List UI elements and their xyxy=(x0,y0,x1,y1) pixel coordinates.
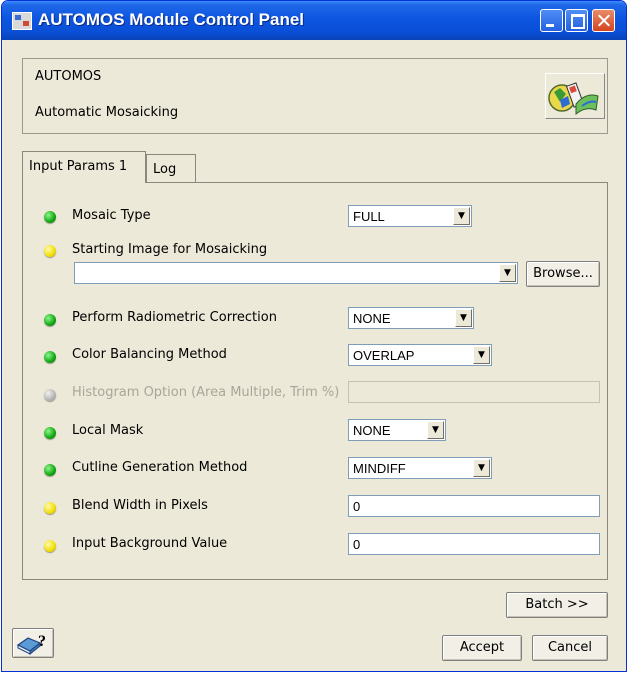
chevron-down-icon[interactable]: ▼ xyxy=(427,421,444,439)
radiometric-correction-label: Perform Radiometric Correction xyxy=(72,310,277,325)
radiometric-correction-select[interactable]: NONE ▼ xyxy=(348,307,474,329)
histogram-option-label: Histogram Option (Area Multiple, Trim %) xyxy=(72,385,340,400)
status-green-icon xyxy=(44,211,56,223)
module-control-panel-window: AUTOMOS Module Control Panel AUTOMOS Aut… xyxy=(1,0,627,672)
close-button[interactable] xyxy=(592,9,615,32)
local-mask-select[interactable]: NONE ▼ xyxy=(348,419,446,441)
batch-button[interactable]: Batch >> xyxy=(506,592,608,618)
module-info-panel: AUTOMOS Automatic Mosaicking xyxy=(22,58,608,134)
status-gray-icon xyxy=(44,389,56,401)
mosaic-type-select[interactable]: FULL ▼ xyxy=(348,205,472,227)
chevron-down-icon[interactable]: ▼ xyxy=(453,207,470,225)
module-description: Automatic Mosaicking xyxy=(35,105,179,120)
histogram-option-field xyxy=(348,381,600,403)
title-bar[interactable]: AUTOMOS Module Control Panel xyxy=(2,1,626,40)
mosaic-type-label: Mosaic Type xyxy=(72,208,151,223)
cutline-method-label: Cutline Generation Method xyxy=(72,460,248,475)
cutline-method-select[interactable]: MINDIFF ▼ xyxy=(348,457,492,479)
input-background-value: 0 xyxy=(353,537,361,552)
mosaic-type-value: FULL xyxy=(353,209,385,224)
status-green-icon xyxy=(44,314,56,326)
status-yellow-icon xyxy=(44,245,56,257)
chevron-down-icon[interactable]: ▼ xyxy=(455,309,472,327)
cutline-method-value: MINDIFF xyxy=(353,461,406,476)
help-question-mark: ? xyxy=(38,633,46,650)
status-yellow-icon xyxy=(44,502,56,514)
app-icon[interactable] xyxy=(12,12,32,30)
blend-width-value: 0 xyxy=(353,499,361,514)
mosaic-module-icon xyxy=(545,73,605,119)
status-green-icon xyxy=(44,464,56,476)
blend-width-input[interactable]: 0 xyxy=(348,495,600,517)
cancel-button[interactable]: Cancel xyxy=(532,635,608,661)
color-balancing-label: Color Balancing Method xyxy=(72,347,227,362)
tab-log[interactable]: Log xyxy=(146,154,196,183)
status-green-icon xyxy=(44,351,56,363)
local-mask-value: NONE xyxy=(353,423,391,438)
maximize-button[interactable] xyxy=(565,9,588,32)
chevron-down-icon[interactable]: ▼ xyxy=(499,264,516,282)
window-title: AUTOMOS Module Control Panel xyxy=(38,10,305,29)
accept-button[interactable]: Accept xyxy=(442,635,522,661)
module-name: AUTOMOS xyxy=(35,69,102,84)
minimize-button[interactable] xyxy=(540,9,563,32)
status-green-icon xyxy=(44,427,56,439)
input-background-input[interactable]: 0 xyxy=(348,533,600,555)
starting-image-select[interactable]: ▼ xyxy=(74,262,518,284)
radiometric-correction-value: NONE xyxy=(353,311,391,326)
status-yellow-icon xyxy=(44,540,56,552)
tab-input-params-1[interactable]: Input Params 1 xyxy=(22,151,146,183)
browse-button[interactable]: Browse... xyxy=(526,261,600,287)
help-button[interactable]: ? xyxy=(12,628,54,658)
starting-image-label: Starting Image for Mosaicking xyxy=(72,242,268,257)
input-background-label: Input Background Value xyxy=(72,536,228,551)
color-balancing-value: OVERLAP xyxy=(353,348,415,363)
chevron-down-icon[interactable]: ▼ xyxy=(473,459,490,477)
blend-width-label: Blend Width in Pixels xyxy=(72,498,208,513)
chevron-down-icon[interactable]: ▼ xyxy=(473,346,490,364)
color-balancing-select[interactable]: OVERLAP ▼ xyxy=(348,344,492,366)
local-mask-label: Local Mask xyxy=(72,423,144,438)
